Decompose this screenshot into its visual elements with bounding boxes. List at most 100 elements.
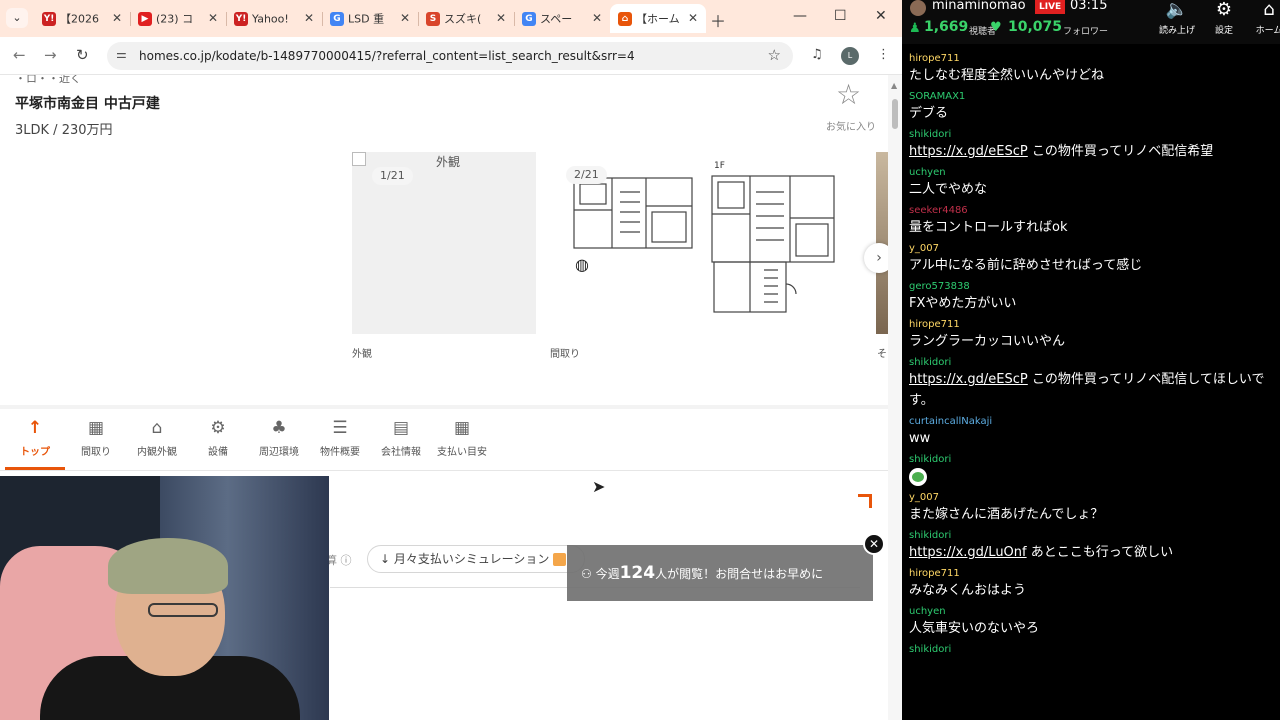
- tab-close-icon[interactable]: ✕: [688, 4, 698, 33]
- minimize-button[interactable]: —: [793, 8, 807, 24]
- back-button[interactable]: ←: [13, 46, 26, 64]
- speaker-button[interactable]: 🔈 読み上げ: [1154, 0, 1200, 36]
- chat-message: seeker4486 量をコントロールすればok: [909, 204, 1273, 238]
- tab-close-icon[interactable]: ✕: [592, 4, 602, 33]
- section-nav-item[interactable]: ▤ 会社情報: [371, 415, 431, 458]
- browser-tab[interactable]: ▶ (23) コ ✕: [130, 4, 226, 33]
- chat-header: minaminomao LIVE 03:15 ♟ 1,669 視聴者 ♥ 10,…: [902, 0, 1280, 44]
- section-nav-item[interactable]: ♣ 周辺環境: [249, 415, 309, 458]
- section-nav-item[interactable]: ☰ 物件概要: [310, 415, 370, 458]
- chat-message: shikidori: [909, 453, 1273, 487]
- chat-text: FXやめた方がいい: [909, 293, 1273, 314]
- chat-message: shikidori https://x.gd/eEScP この物件買ってリノベ配信…: [909, 128, 1273, 162]
- tree-icon: ♣: [271, 418, 287, 438]
- tab-close-icon[interactable]: ✕: [400, 4, 410, 33]
- monthly-payment-simulation-button[interactable]: ↓ 月々支払いシミュレーション: [367, 545, 585, 573]
- browser-tab[interactable]: G LSD 重 ✕: [322, 4, 418, 33]
- page-scrollbar[interactable]: ▲: [888, 75, 902, 720]
- tab-close-icon[interactable]: ✕: [496, 4, 506, 33]
- exterior-photo[interactable]: 外観 1/21: [352, 152, 536, 334]
- maximize-button[interactable]: ☐: [834, 8, 847, 24]
- url-text[interactable]: homes.co.jp/kodate/b-1489770000415/?refe…: [139, 42, 635, 70]
- chat-username[interactable]: gero573838: [909, 280, 1273, 293]
- reload-button[interactable]: ↻: [76, 46, 89, 64]
- section-nav-item[interactable]: ▦ 間取り: [66, 415, 126, 458]
- section-divider: [0, 405, 888, 409]
- section-nav-label: 内観外観: [137, 447, 177, 458]
- chat-message-text: ラングラーカッコいいやん: [909, 334, 1066, 349]
- tab-favicon-icon: ▶: [138, 12, 152, 26]
- chat-username[interactable]: hirope711: [909, 52, 1273, 65]
- browser-tab[interactable]: Y! 【2026 ✕: [34, 4, 130, 33]
- chat-username[interactable]: shikidori: [909, 356, 1273, 369]
- chat-username[interactable]: uchyen: [909, 605, 1273, 618]
- chat-link[interactable]: https://x.gd/LuOnf: [909, 545, 1027, 560]
- favorite-label[interactable]: お気に入り: [826, 118, 876, 133]
- media-control-icon[interactable]: ♫: [811, 47, 823, 62]
- chat-username[interactable]: shikidori: [909, 453, 1273, 466]
- channel-name[interactable]: minaminomao: [932, 0, 1026, 13]
- section-nav-item[interactable]: ⚙ 設備: [188, 415, 248, 458]
- chat-message: uchyen 人気車安いのないやろ: [909, 605, 1273, 639]
- chat-text: 量をコントロールすればok: [909, 217, 1273, 238]
- follower-label: フォロワー: [1063, 27, 1109, 37]
- floorplan-photo[interactable]: 2/21 1F: [550, 152, 850, 334]
- chat-text: アル中になる前に辞めさせればって感じ: [909, 255, 1273, 276]
- chat-username[interactable]: shikidori: [909, 128, 1273, 141]
- chat-message: y_007 また嫁さんに酒あげたんでしょ？: [909, 491, 1273, 525]
- browser-tab[interactable]: ⌂ 【ホーム ✕: [610, 4, 706, 33]
- viewer-count-toast[interactable]: ⚇ 今週124人が閲覧！お問合せはお早めに: [567, 545, 873, 601]
- cursor-icon: ◍: [575, 255, 589, 274]
- channel-avatar[interactable]: [910, 0, 926, 16]
- chat-link[interactable]: https://x.gd/eEScP: [909, 372, 1028, 387]
- section-nav-item[interactable]: ▦ 支払い目安: [432, 415, 492, 458]
- bookmark-star-icon[interactable]: ☆: [768, 46, 781, 64]
- toast-suffix: 人が閲覧！お問合せはお早めに: [655, 567, 824, 581]
- photo-counter: 2/21: [566, 166, 607, 184]
- chat-username[interactable]: y_007: [909, 242, 1273, 255]
- favorite-star-icon[interactable]: ☆: [836, 81, 861, 109]
- breadcrumb[interactable]: ・ロ・・近く: [15, 75, 81, 86]
- chat-username[interactable]: SORAMAX1: [909, 90, 1273, 103]
- chat-text: たしなむ程度全然いいんやけどね: [909, 65, 1273, 86]
- toast-close-button[interactable]: ✕: [863, 533, 885, 555]
- equipment-icon: ⚙: [210, 418, 226, 438]
- tab-close-icon[interactable]: ✕: [208, 4, 218, 33]
- forward-button[interactable]: →: [44, 46, 57, 64]
- section-nav-item[interactable]: ⌂ 内観外観: [127, 415, 187, 458]
- chat-username[interactable]: shikidori: [909, 529, 1273, 542]
- profile-avatar[interactable]: L: [841, 47, 859, 65]
- carousel-next-button[interactable]: ›: [864, 243, 888, 273]
- section-nav-label: 支払い目安: [437, 447, 487, 458]
- site-info-icon[interactable]: ⚌: [116, 47, 127, 61]
- chat-username[interactable]: curtaincallNakaji: [909, 415, 1273, 428]
- chat-username[interactable]: shikidori: [909, 643, 1273, 656]
- tab-close-icon[interactable]: ✕: [112, 4, 122, 33]
- chat-text: [909, 466, 1273, 487]
- screen: ⌄ Y! 【2026 ✕ ▶ (23) コ ✕ Y! Yahoo! ✕ G LSD 重 ✕ S スズキ(✕…: [0, 0, 1280, 720]
- gear-button[interactable]: ⚙ 設定: [1201, 0, 1247, 36]
- chat-message-text: みなみくんおはよう: [909, 583, 1027, 598]
- scroll-thumb[interactable]: [892, 99, 898, 129]
- chat-text: デブる: [909, 103, 1273, 124]
- chat-text: ww: [909, 428, 1273, 449]
- chat-username[interactable]: seeker4486: [909, 204, 1273, 217]
- chat-username[interactable]: uchyen: [909, 166, 1273, 179]
- section-nav-item[interactable]: ↑ トップ: [5, 415, 65, 470]
- chat-username[interactable]: hirope711: [909, 567, 1273, 580]
- tab-close-icon[interactable]: ✕: [304, 4, 314, 33]
- browser-tab[interactable]: G スペー ✕: [514, 4, 610, 33]
- chat-messages: hirope711 たしなむ程度全然いいんやけどね SORAMAX1 デブる shiki…: [909, 52, 1273, 660]
- browser-tab[interactable]: Y! Yahoo! ✕: [226, 4, 322, 33]
- chat-link[interactable]: https://x.gd/eEScP: [909, 144, 1028, 159]
- menu-kebab-icon[interactable]: ⋮: [877, 47, 890, 62]
- chat-username[interactable]: hirope711: [909, 318, 1273, 331]
- browser-tab[interactable]: S スズキ(✕: [418, 4, 514, 33]
- new-tab-button[interactable]: ＋: [710, 8, 726, 32]
- chat-username[interactable]: y_007: [909, 491, 1273, 504]
- scroll-up-arrow-icon[interactable]: ▲: [891, 81, 897, 90]
- tab-search-button[interactable]: ⌄: [6, 8, 28, 28]
- address-bar[interactable]: ⚌ homes.co.jp/kodate/b-1489770000415/?re…: [107, 42, 793, 70]
- close-window-button[interactable]: ✕: [875, 8, 887, 24]
- home-button[interactable]: ⌂ ホーム: [1246, 0, 1280, 36]
